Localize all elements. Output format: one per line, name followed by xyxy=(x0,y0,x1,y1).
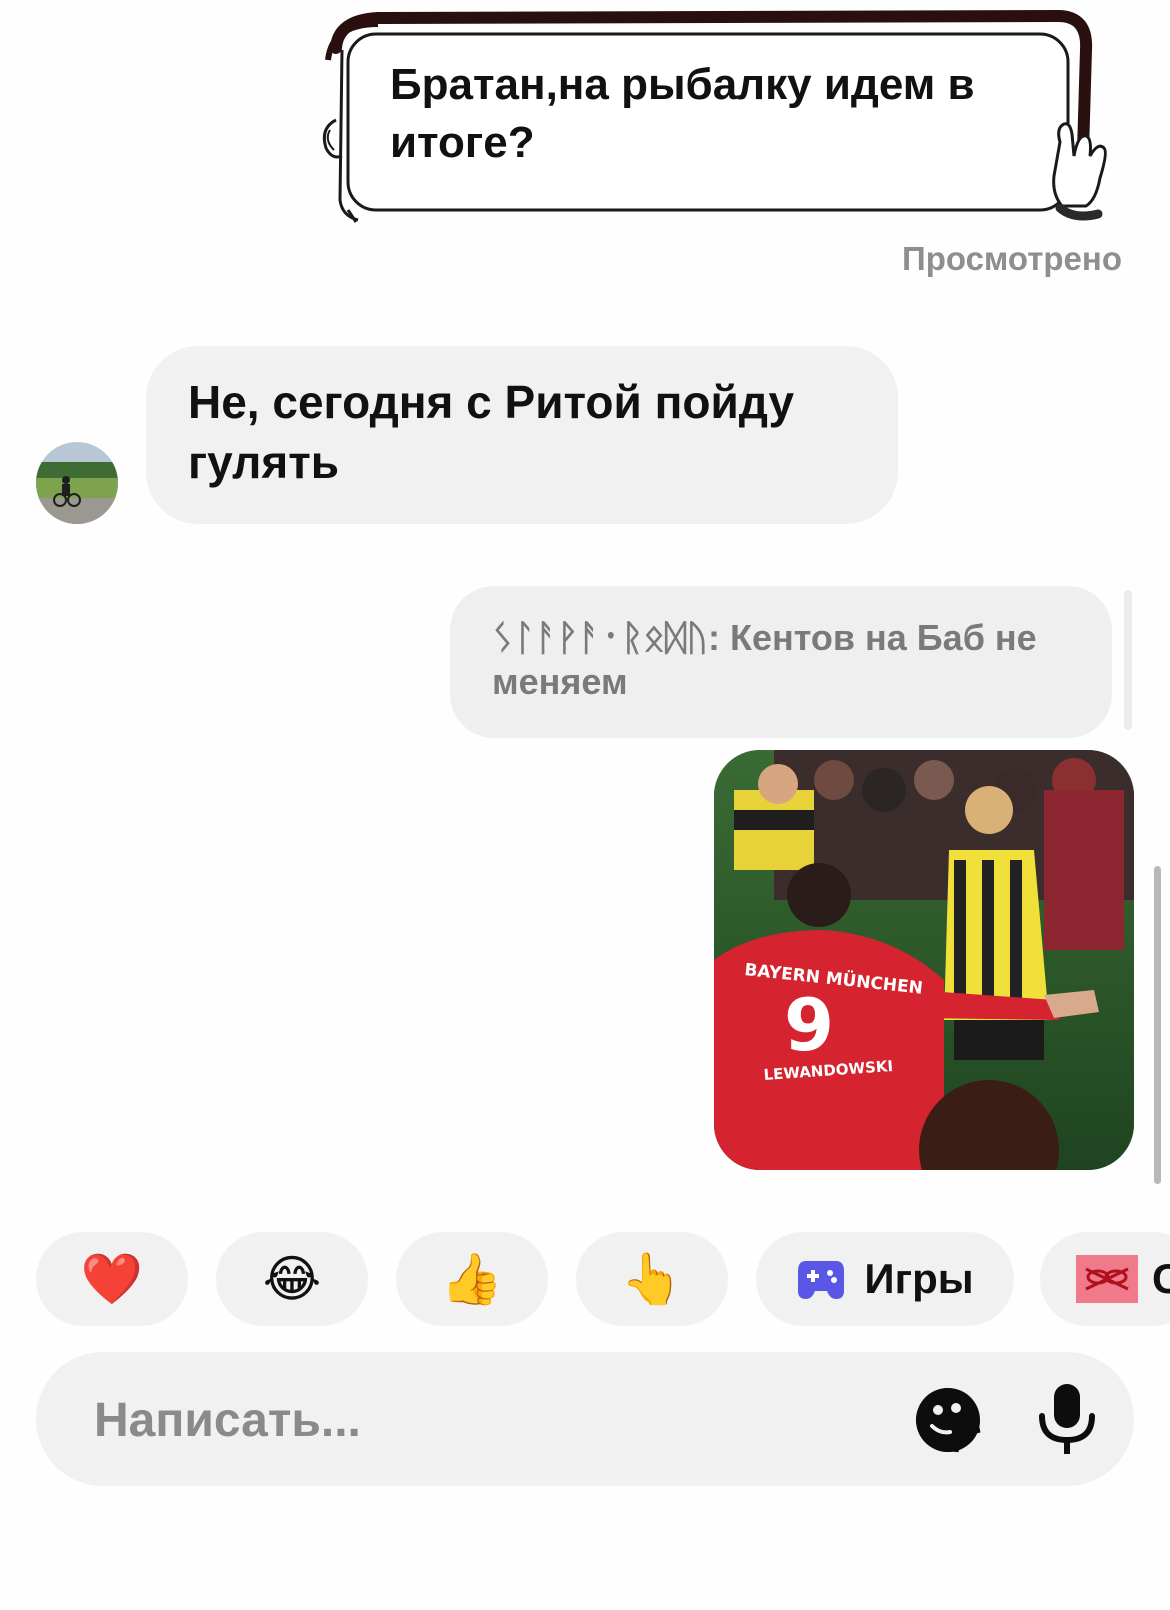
microphone-icon[interactable] xyxy=(1034,1382,1100,1456)
gift-icon xyxy=(1076,1255,1138,1303)
photo-message[interactable]: BAYERN MÜNCHEN 9 LEWANDOWSKI xyxy=(714,750,1134,1170)
incoming-message[interactable]: Не, сегодня с Ритой пойду гулять xyxy=(146,346,898,524)
quick-reply-thumbs-up[interactable]: 👍 xyxy=(396,1232,548,1326)
gamepad-icon xyxy=(798,1261,845,1299)
heart-icon: ❤️ xyxy=(80,1251,144,1307)
quick-reply-laugh[interactable]: 😂 xyxy=(216,1232,368,1326)
reply-quote-author: ᛊᛚᚨᚹᚨ᛫ᚱᛟᛞᚢ xyxy=(492,617,709,658)
message-input[interactable] xyxy=(92,1382,816,1458)
avatar[interactable] xyxy=(36,442,118,524)
outgoing-message-text: Братан,на рыбалку идем в итоге? xyxy=(390,60,975,167)
gift-label: С xyxy=(1152,1255,1170,1302)
reply-quote-bar xyxy=(1124,590,1132,730)
quick-reply-pointing[interactable]: 👆 xyxy=(576,1232,728,1326)
quick-reply-heart[interactable]: ❤️ xyxy=(36,1232,188,1326)
jersey-number-text: 9 xyxy=(784,983,834,1067)
seen-status: Просмотрено xyxy=(901,240,1122,277)
pointing-up-icon: 👆 xyxy=(620,1251,684,1307)
quick-reply-gift[interactable]: С xyxy=(1040,1232,1170,1326)
message-composer xyxy=(36,1352,1134,1486)
sticker-icon[interactable] xyxy=(912,1384,984,1456)
football-photo: BAYERN MÜNCHEN 9 LEWANDOWSKI xyxy=(714,750,1134,1170)
tears-of-joy-icon: 😂 xyxy=(262,1251,322,1307)
avatar-photo xyxy=(36,442,118,524)
reply-quote[interactable]: ᛊᛚᚨᚹᚨ᛫ᚱᛟᛞᚢ: Кентов на Баб не меняем xyxy=(450,586,1112,738)
games-label: Игры xyxy=(864,1255,974,1302)
outgoing-message[interactable]: Братан,на рыбалку идем в итоге? xyxy=(318,10,1118,230)
scrollbar[interactable] xyxy=(1154,866,1161,1184)
reply-quote-text: ᛊᛚᚨᚹᚨ᛫ᚱᛟᛞᚢ: Кентов на Баб не меняем xyxy=(492,617,1037,702)
thumbs-up-icon: 👍 xyxy=(440,1251,504,1307)
incoming-message-text: Не, сегодня с Ритой пойду гулять xyxy=(188,376,795,488)
quick-reply-games[interactable]: Игры xyxy=(756,1232,1014,1326)
